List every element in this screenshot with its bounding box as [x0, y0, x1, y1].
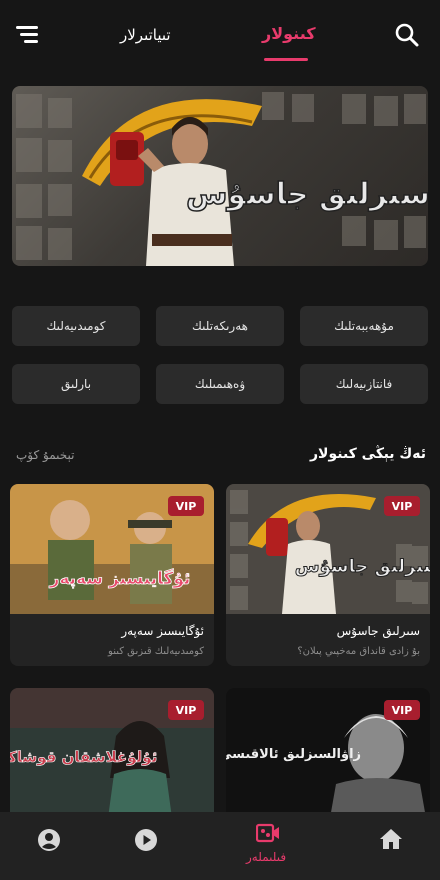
user-icon[interactable] [37, 828, 61, 852]
category-action[interactable]: ھەرىكەتلىك [156, 306, 284, 346]
home-icon[interactable] [379, 828, 403, 850]
bottom-nav: فىلىملەر [0, 812, 440, 880]
movie-description: كومىدىيەلىك قىزىق كىنو [108, 646, 204, 657]
poster-title-art: ئۇلۇغلاشقان قوشاكۆزلەر [10, 748, 157, 766]
movie-card[interactable]: سىرلىق جاسۇس VIP سىرلىق جاسۇس بۇ زادى قا… [226, 484, 430, 666]
play-icon[interactable] [134, 828, 158, 852]
category-comedy[interactable]: كومىدىيەلىك [12, 306, 140, 346]
category-fantasy[interactable]: فانتازىيەلىك [300, 364, 428, 404]
tab-theaters[interactable]: تىياتىرلار [120, 26, 171, 44]
category-horror[interactable]: ۋەھىمىلىك [156, 364, 284, 404]
movie-title: ئۇگايىسىز سەپەر [121, 624, 204, 638]
banner-title-art: سىرلىق جاسۇس [186, 177, 428, 212]
see-more-link[interactable]: تېخىمۇ كۆپ [16, 448, 75, 462]
nav-label-movies[interactable]: فىلىملەر [246, 850, 286, 864]
menu-icon[interactable] [16, 26, 40, 44]
category-all[interactable]: بارلىق [12, 364, 140, 404]
movie-camera-icon[interactable] [256, 822, 280, 844]
movie-card[interactable]: ئۇگايىسىز سەپەر VIP ئۇگايىسىز سەپەر كومى… [10, 484, 214, 666]
movie-description: بۇ زادى قانداق مەخپىي پىلان؟ [297, 646, 420, 657]
vip-badge: VIP [384, 496, 420, 516]
poster-title-art: سىرلىق جاسۇس [295, 556, 430, 577]
category-romance[interactable]: مۇھەببەتلىك [300, 306, 428, 346]
featured-banner[interactable]: سىرلىق جاسۇس [12, 86, 428, 266]
movie-title: سىرلىق جاسۇس [336, 624, 420, 638]
tab-movies[interactable]: كىنولار [262, 24, 316, 43]
vip-badge: VIP [168, 700, 204, 720]
banner-image: سىرلىق جاسۇس [16, 92, 428, 266]
vip-badge: VIP [384, 700, 420, 720]
poster-title-art: ئۇگايىسىز سەپەر [49, 568, 191, 589]
vip-badge: VIP [168, 496, 204, 516]
top-header: تىياتىرلار كىنولار [0, 0, 440, 70]
section-title: ئەڭ يېڭى كىنولار [309, 446, 426, 462]
poster-title-art: زاۋالسىزلىق ئالاقىسى [226, 747, 361, 762]
search-icon[interactable] [394, 22, 420, 48]
active-tab-indicator [264, 58, 308, 61]
